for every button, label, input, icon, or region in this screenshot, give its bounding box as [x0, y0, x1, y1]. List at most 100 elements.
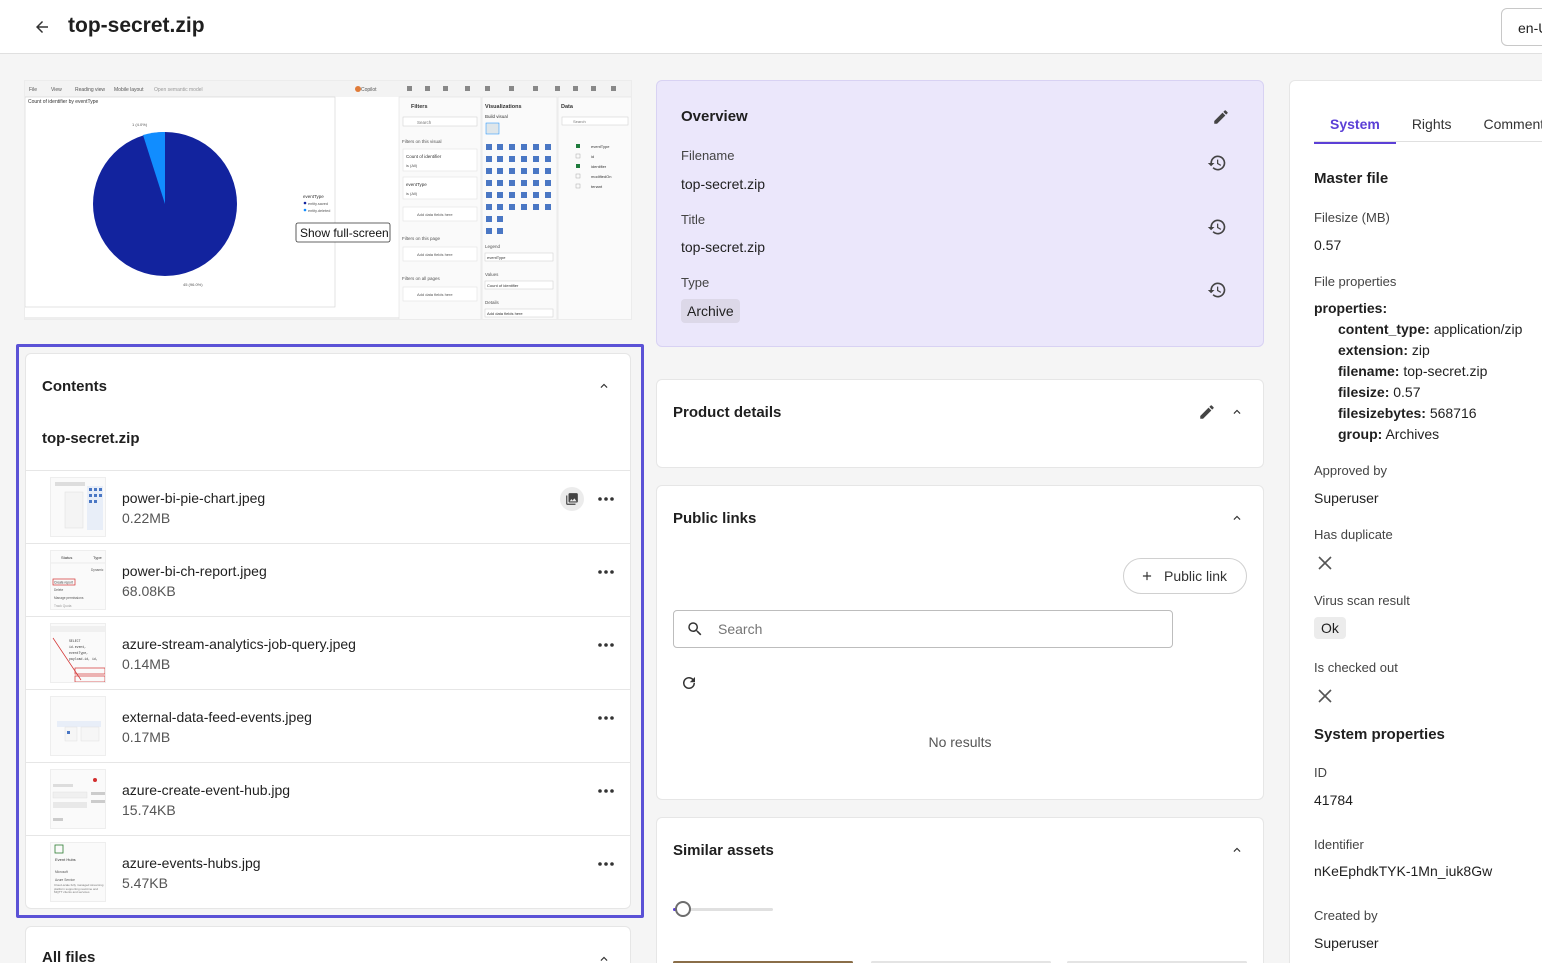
all-files-title: All files — [42, 949, 96, 963]
more-options-icon[interactable] — [594, 562, 618, 582]
tab-rights[interactable]: Rights — [1396, 109, 1468, 144]
file-row-2[interactable]: Status Type Create report Delete Manage … — [26, 543, 630, 616]
thumb-report-type: Type — [93, 555, 102, 560]
file-row-5[interactable]: azure-create-event-hub.jpg 15.74KB — [26, 762, 630, 835]
tab-comments[interactable]: Comments — [1468, 109, 1542, 144]
preview-menu-semantic: Open semantic model — [154, 87, 203, 93]
thumb-report-status: Status — [61, 555, 72, 560]
thumb-query-line-2: id.event, — [69, 645, 86, 649]
preview-menu-file: File — [29, 87, 37, 93]
thumb-eventhub-vendor: Microsoft — [55, 870, 68, 874]
id-label: ID — [1314, 765, 1327, 780]
preview-filters-page: Filters on this page — [402, 236, 441, 241]
preview-chart-title: Count of identifier by eventType — [28, 99, 99, 105]
filename-value: top-secret.zip — [681, 176, 766, 192]
preview-data-field-2: id — [591, 154, 594, 159]
file-row-6[interactable]: Event Hubs Microsoft Azure Service Cloud… — [26, 835, 630, 908]
file-thumbnail: Status Type Create report Delete Manage … — [50, 550, 106, 610]
contents-collapse-chevron-icon[interactable] — [594, 376, 614, 396]
file-name[interactable]: power-bi-ch-report.jpeg — [122, 563, 267, 579]
approved-by-value: Superuser — [1314, 490, 1379, 506]
preview-menu-view: View — [51, 87, 62, 93]
history-icon[interactable] — [1205, 278, 1229, 302]
file-row-3[interactable]: SELECT id.event, eventType, payload.id, … — [26, 616, 630, 689]
file-size: 0.14MB — [122, 656, 171, 672]
prop-group: group: Archives — [1338, 426, 1440, 442]
product-details-card: Product details — [656, 379, 1264, 468]
virus-scan-label: Virus scan result — [1314, 593, 1410, 608]
more-options-icon[interactable] — [594, 489, 618, 509]
product-details-chevron-icon[interactable] — [1227, 402, 1247, 422]
fullscreen-tooltip: Show full-screen — [300, 226, 389, 240]
page-title: top-secret.zip — [68, 14, 205, 37]
preview-data-field-1: eventType — [591, 144, 610, 149]
public-links-search[interactable] — [673, 610, 1173, 648]
contents-card: Contents top-secret.zip power-bi-pie-cha… — [25, 353, 631, 909]
preview-filters-visual: Filters on this visual — [402, 139, 442, 144]
title-value: top-secret.zip — [681, 239, 766, 255]
has-duplicate-label: Has duplicate — [1314, 527, 1393, 542]
file-name[interactable]: azure-create-event-hub.jpg — [122, 782, 290, 798]
overview-card: Overview Filename top-secret.zip Title t… — [656, 80, 1264, 347]
preview-values-well: Values — [485, 272, 499, 277]
overview-title: Overview — [681, 108, 748, 125]
thumb-eventhub-desc: Cloud-scale fully managed streaming plat… — [54, 884, 104, 895]
similarity-slider-thumb[interactable] — [675, 901, 691, 917]
prop-filename: filename: top-secret.zip — [1338, 363, 1488, 379]
preview-filter-1: Count of identifier — [406, 154, 442, 159]
back-arrow-icon[interactable] — [28, 13, 56, 41]
file-size: 0.22MB — [122, 510, 171, 526]
preview-filters-search: Search — [417, 120, 432, 125]
checked-out-label: Is checked out — [1314, 660, 1398, 675]
preview-add-fields-2: Add data fields here — [417, 252, 453, 257]
title-label: Title — [681, 212, 706, 227]
history-icon[interactable] — [1205, 151, 1229, 175]
gallery-icon[interactable] — [560, 487, 584, 511]
thumb-report-create: Create report — [54, 581, 73, 585]
more-options-icon[interactable] — [594, 781, 618, 801]
tab-system[interactable]: System — [1314, 109, 1396, 144]
side-panel-tabs: System Rights Comments — [1314, 109, 1542, 144]
product-details-title: Product details — [673, 404, 782, 421]
preview-data-search: Search — [573, 119, 586, 124]
public-links-search-input[interactable] — [718, 619, 1158, 639]
preview-data-title: Data — [561, 104, 574, 110]
language-select[interactable]: en-US — [1501, 8, 1542, 46]
asset-preview[interactable]: File View Reading view Mobile layout Ope… — [24, 80, 632, 320]
preview-legend-title: eventType — [303, 194, 324, 199]
more-options-icon[interactable] — [594, 635, 618, 655]
pie-label-small: 1 (4.0%) — [132, 122, 148, 127]
thumb-eventhub-title: Event Hubs — [55, 857, 76, 862]
file-row-1[interactable]: power-bi-pie-chart.jpeg 0.22MB — [26, 470, 630, 543]
type-chip: Archive — [681, 299, 740, 323]
all-files-collapse-chevron-icon[interactable] — [594, 949, 614, 963]
file-name[interactable]: power-bi-pie-chart.jpeg — [122, 490, 265, 506]
more-options-icon[interactable] — [594, 854, 618, 874]
file-name[interactable]: azure-stream-analytics-job-query.jpeg — [122, 636, 356, 652]
file-thumbnail — [50, 696, 106, 756]
thumb-eventhub-service: Azure Service — [55, 878, 75, 882]
preview-legend-field: eventType — [487, 255, 506, 260]
history-icon[interactable] — [1205, 215, 1229, 239]
public-links-chevron-icon[interactable] — [1227, 508, 1247, 528]
preview-legend-item-2: entity.deleted — [308, 209, 330, 213]
similar-assets-chevron-icon[interactable] — [1227, 840, 1247, 860]
thumb-report-quota: Track Quota — [54, 604, 72, 608]
file-row-4[interactable]: external-data-feed-events.jpeg 0.17MB — [26, 689, 630, 762]
add-public-link-button[interactable]: Public link — [1123, 558, 1247, 594]
file-properties-label: File properties — [1314, 274, 1397, 289]
zip-name: top-secret.zip — [42, 430, 140, 447]
similarity-slider[interactable] — [673, 901, 773, 917]
refresh-icon[interactable] — [677, 671, 701, 695]
preview-copilot: Copilot — [361, 87, 377, 93]
file-name[interactable]: external-data-feed-events.jpeg — [122, 709, 312, 725]
more-options-icon[interactable] — [594, 708, 618, 728]
file-name[interactable]: azure-events-hubs.jpg — [122, 855, 261, 871]
file-size: 5.47KB — [122, 875, 168, 891]
preview-add-fields-1: Add data fields here — [417, 212, 453, 217]
preview-viz-title: Visualizations — [485, 104, 522, 110]
edit-pencil-icon[interactable] — [1209, 105, 1233, 129]
edit-pencil-icon[interactable] — [1195, 400, 1219, 424]
close-icon — [1314, 552, 1336, 574]
created-by-value: Superuser — [1314, 935, 1379, 951]
